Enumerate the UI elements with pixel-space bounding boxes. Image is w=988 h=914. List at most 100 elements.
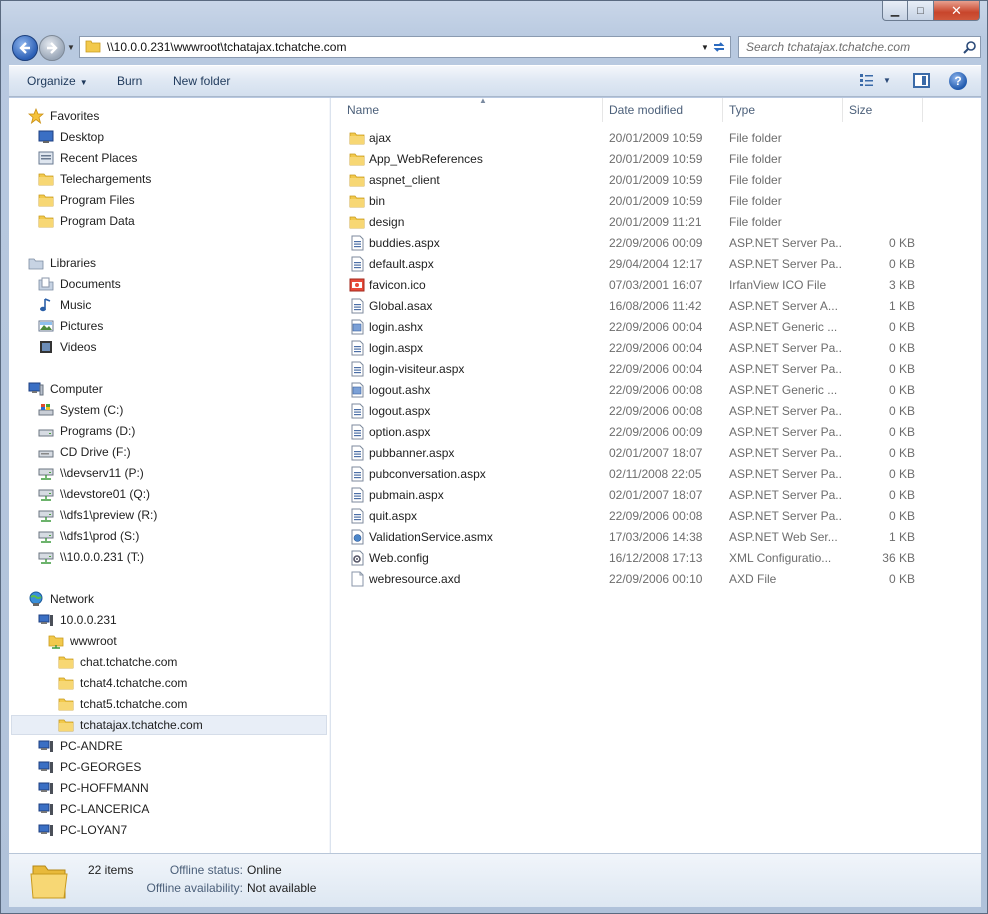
computer-icon: [28, 381, 44, 397]
sidebar-network-folder-1[interactable]: tchat4.tchatche.com: [58, 673, 187, 693]
file-row[interactable]: pubmain.aspx 02/01/2007 18:07 ASP.NET Serv…: [341, 485, 921, 506]
file-row[interactable]: logout.ashx 22/09/2006 00:08 ASP.NET Gener…: [341, 380, 921, 401]
sidebar-network-pc-1[interactable]: PC-GEORGES: [38, 757, 141, 777]
address-row: ▼ \\10.0.0.231\wwwroot\tchatajax.tchatch…: [9, 33, 981, 61]
file-row[interactable]: App_WebReferences 20/01/2009 10:59 File fo…: [341, 149, 921, 170]
file-name: ValidationService.asmx: [369, 530, 493, 544]
file-row[interactable]: pubbanner.aspx 02/01/2007 18:07 ASP.NET Se…: [341, 443, 921, 464]
sidebar-item-drive-0[interactable]: System (C:): [38, 400, 123, 420]
recent-pages-dropdown[interactable]: ▼: [67, 43, 75, 52]
new-folder-button[interactable]: New folder: [173, 74, 230, 88]
file-date: 16/12/2008 17:13: [609, 551, 703, 565]
file-row[interactable]: pubconversation.aspx 02/11/2008 22:05 ASP.…: [341, 464, 921, 485]
sidebar-favorites[interactable]: Favorites: [28, 106, 99, 126]
sidebar-item-drive-4[interactable]: \\devstore01 (Q:): [38, 484, 150, 504]
folder-icon: [349, 130, 365, 146]
file-type: AXD File: [729, 572, 777, 586]
file-row[interactable]: login.ashx 22/09/2006 00:04 ASP.NET Generi…: [341, 317, 921, 338]
file-date: 02/01/2007 18:07: [609, 446, 703, 460]
sidebar-item-lib-0[interactable]: Documents: [38, 274, 121, 294]
file-row[interactable]: bin 20/01/2009 10:59 File folder: [341, 191, 921, 212]
sidebar-item-lib-2[interactable]: Pictures: [38, 316, 103, 336]
column-header-type[interactable]: Type: [723, 98, 843, 122]
column-header-date[interactable]: Date modified: [603, 98, 723, 122]
search-icon[interactable]: [960, 40, 980, 54]
sidebar-item-fav-3[interactable]: Program Files: [38, 190, 135, 210]
sidebar-item-drive-3[interactable]: \\devserv11 (P:): [38, 463, 144, 483]
folder-icon: [58, 675, 74, 691]
sidebar-network-folder-2[interactable]: tchat5.tchatche.com: [58, 694, 187, 714]
network-icon: [28, 591, 44, 607]
file-size: 3 KB: [888, 278, 915, 292]
file-date: 02/01/2007 18:07: [609, 488, 703, 502]
sidebar-item-fav-2[interactable]: Telechargements: [38, 169, 151, 189]
file-date: 16/08/2006 11:42: [609, 299, 702, 313]
sidebar-item-drive-6[interactable]: \\dfs1\prod (S:): [38, 526, 139, 546]
file-row[interactable]: login.aspx 22/09/2006 00:04 ASP.NET Server…: [341, 338, 921, 359]
file-row[interactable]: webresource.axd 22/09/2006 00:10 AXD File 0…: [341, 569, 921, 590]
file-row[interactable]: favicon.ico 07/03/2001 16:07 IrfanView ICO…: [341, 275, 921, 296]
file-row[interactable]: logout.aspx 22/09/2006 00:08 ASP.NET Serve…: [341, 401, 921, 422]
sidebar-network-share[interactable]: wwwroot: [48, 631, 117, 651]
file-row[interactable]: quit.aspx 22/09/2006 00:08 ASP.NET Server …: [341, 506, 921, 527]
sidebar-network-folder-3[interactable]: tchatajax.tchatche.com: [11, 715, 327, 735]
sidebar-network-pc-0[interactable]: PC-ANDRE: [38, 736, 123, 756]
sidebar-network-pc-3[interactable]: PC-LANCERICA: [38, 799, 149, 819]
change-view-button[interactable]: ▼: [859, 73, 891, 87]
file-date: 20/01/2009 10:59: [609, 173, 703, 187]
maximize-button[interactable]: □: [908, 1, 934, 21]
refresh-button[interactable]: [707, 36, 731, 58]
navigation-pane: Favorites Desktop Recent Places Telechargem…: [9, 98, 329, 853]
close-button[interactable]: ✕: [934, 1, 980, 21]
file-row[interactable]: Web.config 16/12/2008 17:13 XML Configurat…: [341, 548, 921, 569]
file-row[interactable]: design 20/01/2009 11:21 File folder: [341, 212, 921, 233]
file-row[interactable]: login-visiteur.aspx 22/09/2006 00:04 ASP.N…: [341, 359, 921, 380]
sidebar-item-fav-0[interactable]: Desktop: [38, 127, 104, 147]
search-input[interactable]: [739, 40, 960, 54]
sidebar-favorites-label: Favorites: [50, 109, 100, 123]
sidebar-item-drive-5[interactable]: \\dfs1\preview (R:): [38, 505, 157, 525]
sidebar-libraries[interactable]: Libraries: [28, 253, 96, 273]
sidebar-network-pc-2[interactable]: PC-HOFFMANN: [38, 778, 149, 798]
recent-places-icon: [38, 150, 54, 166]
file-name: option.aspx: [369, 425, 431, 439]
preview-pane-button[interactable]: [913, 73, 930, 88]
details-pane: 22 items Offline status: Online Offline …: [9, 853, 981, 907]
config-file-icon: [349, 550, 365, 566]
search-box: [738, 36, 981, 58]
file-size: 0 KB: [888, 572, 915, 586]
sidebar-network-host[interactable]: 10.0.0.231: [38, 610, 117, 630]
sidebar-item-drive-7[interactable]: \\10.0.0.231 (T:): [38, 547, 144, 567]
burn-button[interactable]: Burn: [117, 74, 142, 88]
ashx-file-icon: [349, 382, 365, 398]
file-row[interactable]: Global.asax 16/08/2006 11:42 ASP.NET Serve…: [341, 296, 921, 317]
sidebar-item-fav-1[interactable]: Recent Places: [38, 148, 137, 168]
sidebar-item-fav-4[interactable]: Program Data: [38, 211, 135, 231]
organize-button[interactable]: Organize ▼: [27, 74, 88, 88]
file-row[interactable]: aspnet_client 20/01/2009 10:59 File folder: [341, 170, 921, 191]
sidebar-network-pc-4[interactable]: PC-LOYAN7: [38, 820, 127, 840]
sidebar-network[interactable]: Network: [28, 589, 94, 609]
column-header-name[interactable]: Name ▲: [341, 98, 603, 122]
file-row[interactable]: option.aspx 22/09/2006 00:09 ASP.NET Serve…: [341, 422, 921, 443]
sidebar-item-drive-2[interactable]: CD Drive (F:): [38, 442, 131, 462]
address-path[interactable]: \\10.0.0.231\wwwroot\tchatajax.tchatche.…: [107, 40, 697, 54]
file-row[interactable]: ValidationService.asmx 17/03/2006 14:38 AS…: [341, 527, 921, 548]
sidebar-computer[interactable]: Computer: [28, 379, 103, 399]
sidebar-item-lib-1[interactable]: Music: [38, 295, 91, 315]
offline-status-value: Online: [247, 863, 282, 877]
aspx-file-icon: [349, 256, 365, 272]
minimize-button[interactable]: ▁: [882, 1, 908, 21]
file-row[interactable]: default.aspx 29/04/2004 12:17 ASP.NET Serv…: [341, 254, 921, 275]
forward-button[interactable]: [39, 35, 65, 61]
sidebar-item-lib-3[interactable]: Videos: [38, 337, 96, 357]
file-row[interactable]: buddies.aspx 22/09/2006 00:09 ASP.NET Serv…: [341, 233, 921, 254]
back-button[interactable]: [12, 35, 38, 61]
sidebar-network-folder-0[interactable]: chat.tchatche.com: [58, 652, 177, 672]
help-button[interactable]: ?: [949, 72, 967, 90]
column-header-size[interactable]: Size: [843, 98, 923, 122]
sidebar-item-drive-1[interactable]: Programs (D:): [38, 421, 135, 441]
file-row[interactable]: ajax 20/01/2009 10:59 File folder: [341, 128, 921, 149]
address-bar[interactable]: \\10.0.0.231\wwwroot\tchatajax.tchatche.…: [79, 36, 714, 58]
sidebar-network-pc-0-label: PC-ANDRE: [60, 739, 123, 753]
